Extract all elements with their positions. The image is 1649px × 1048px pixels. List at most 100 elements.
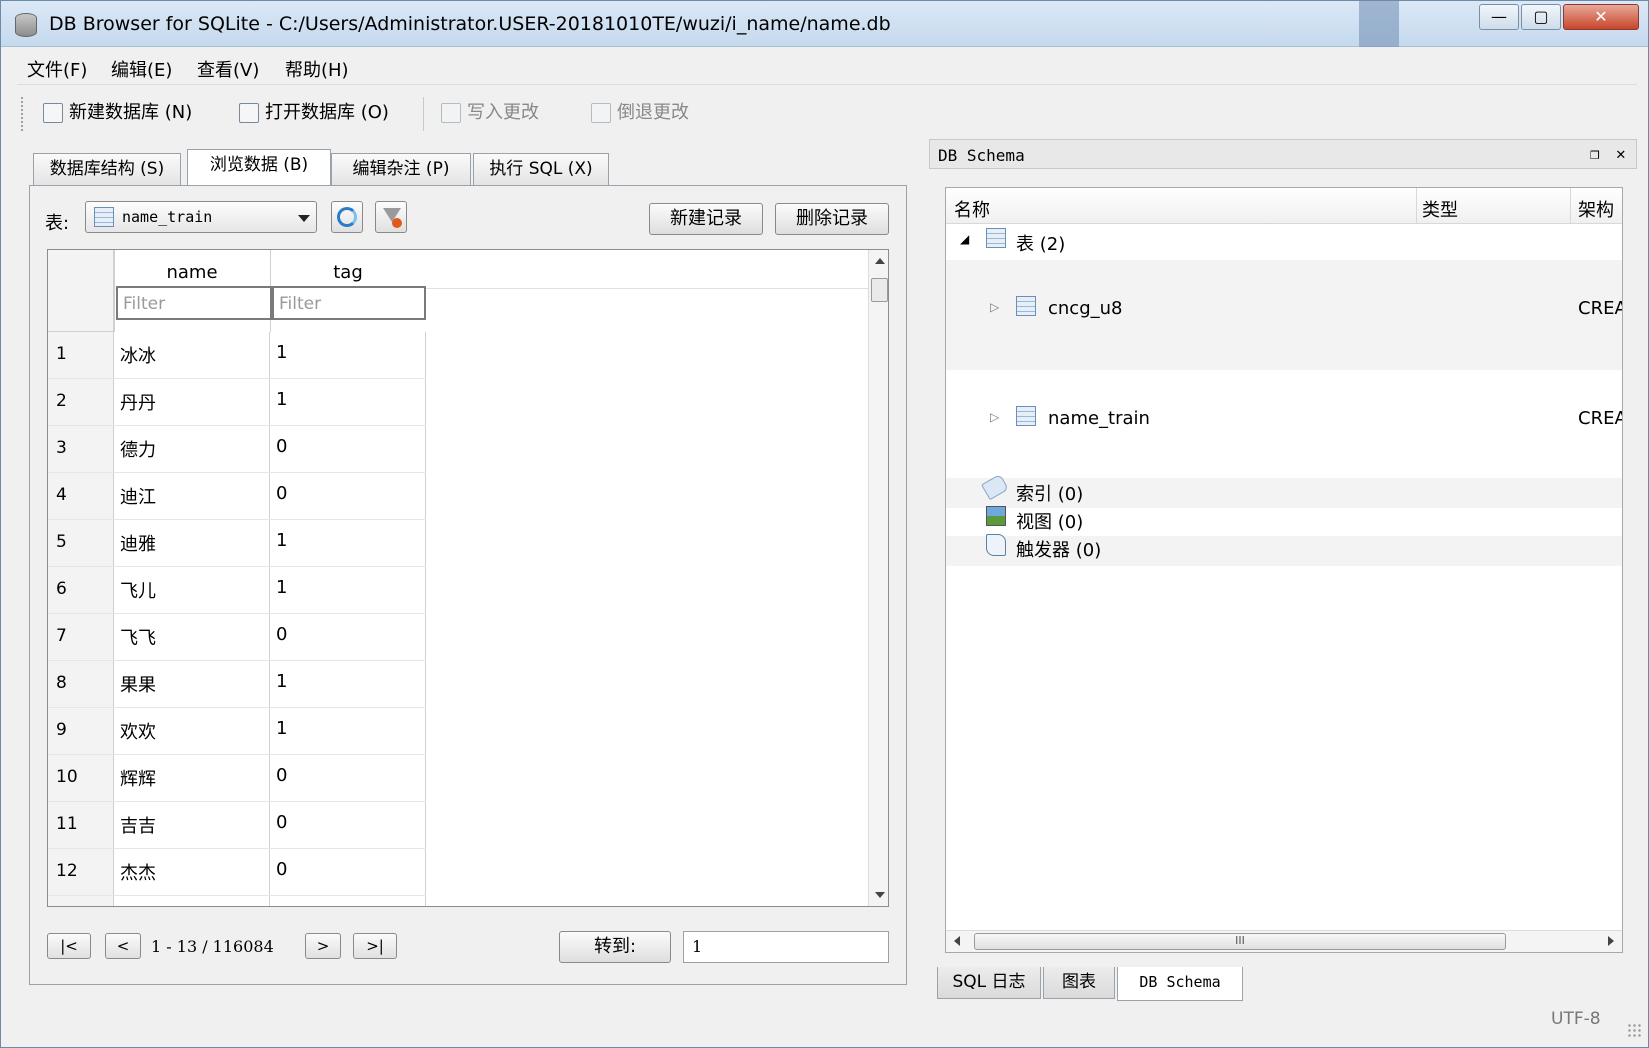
cell-tag[interactable]: 0 — [270, 614, 426, 661]
menu-view[interactable]: 查看(V) — [197, 56, 259, 82]
tree-col-type[interactable]: 类型 — [1422, 196, 1458, 222]
goto-button[interactable]: 转到: — [559, 931, 671, 963]
row-number: 13 — [48, 896, 114, 906]
menu-file[interactable]: 文件(F) — [27, 56, 87, 82]
cell-tag[interactable]: 0 — [270, 755, 426, 802]
cell-name[interactable]: 君君 — [114, 896, 270, 906]
tab-edit-pragmas[interactable]: 编辑杂注 (P) — [331, 153, 471, 185]
cell-name[interactable]: 飞儿 — [114, 567, 270, 614]
previous-page-button[interactable]: < — [105, 933, 141, 959]
cell-tag[interactable]: 0 — [270, 473, 426, 520]
tab-database-structure[interactable]: 数据库结构 (S) — [33, 153, 181, 185]
cell-name[interactable]: 杰杰 — [114, 849, 270, 896]
cell-tag[interactable]: 0 — [270, 426, 426, 473]
toolbar-grip — [21, 97, 25, 131]
tree-horizontal-scrollbar[interactable]: III — [946, 930, 1622, 952]
new-database-label: 新建数据库 (N) — [69, 102, 193, 123]
cell-name[interactable]: 丹丹 — [114, 379, 270, 426]
revert-changes-icon — [591, 103, 611, 123]
next-page-button[interactable]: > — [305, 933, 341, 959]
first-page-button[interactable]: |< — [47, 933, 91, 959]
cell-tag[interactable]: 1 — [270, 567, 426, 614]
tree-scroll-thumb[interactable]: III — [974, 933, 1506, 950]
new-record-button[interactable]: 新建记录 — [649, 203, 763, 235]
scroll-down-arrow-icon[interactable] — [875, 892, 885, 898]
table-icon — [1016, 296, 1036, 316]
cell-name[interactable]: 欢欢 — [114, 708, 270, 755]
maximize-button[interactable]: ▢ — [1521, 4, 1561, 30]
cell-name[interactable]: 飞飞 — [114, 614, 270, 661]
menu-help[interactable]: 帮助(H) — [285, 56, 349, 82]
filter-input-name[interactable]: Filter — [116, 286, 272, 320]
scroll-right-arrow-icon[interactable] — [1608, 936, 1614, 946]
tree-table-name[interactable]: cncg_u8 — [1048, 298, 1123, 319]
tree-col-divider — [1416, 188, 1417, 224]
cell-name[interactable]: 迪江 — [114, 473, 270, 520]
tree-table-schema: CREA — [1578, 298, 1623, 319]
tab-db-schema[interactable]: DB Schema — [1117, 967, 1243, 1001]
tab-browse-data[interactable]: 浏览数据 (B) — [187, 149, 331, 185]
delete-record-button[interactable]: 删除记录 — [775, 203, 889, 235]
clear-filters-button[interactable] — [375, 201, 407, 233]
tree-table-schema: CREA — [1578, 408, 1623, 429]
row-number: 3 — [48, 426, 114, 473]
cell-tag[interactable]: 1 — [270, 708, 426, 755]
close-dock-icon[interactable]: ✕ — [1616, 144, 1626, 163]
table-select-value: name_train — [122, 208, 213, 226]
new-database-button[interactable]: 新建数据库 (N) — [43, 97, 192, 129]
resize-grip-icon[interactable] — [1627, 1023, 1641, 1037]
tree-node-indexes[interactable]: 索引 (0) — [1016, 480, 1083, 506]
tree-node-triggers[interactable]: 触发器 (0) — [1016, 536, 1101, 562]
column-header-tag[interactable]: tag — [270, 262, 426, 283]
scroll-left-arrow-icon[interactable] — [954, 936, 960, 946]
row-number: 11 — [48, 802, 114, 849]
tab-sql-log[interactable]: SQL 日志 — [937, 967, 1041, 999]
expand-table-icon[interactable]: ▷ — [990, 410, 999, 424]
last-page-button[interactable]: >| — [353, 933, 397, 959]
expand-table-icon[interactable]: ▷ — [990, 300, 999, 314]
tree-col-schema[interactable]: 架构 — [1578, 196, 1614, 222]
tree-table-name[interactable]: name_train — [1048, 408, 1150, 429]
cell-tag[interactable]: 0 — [270, 849, 426, 896]
row-number: 6 — [48, 567, 114, 614]
write-changes-button[interactable]: 写入更改 — [441, 97, 539, 129]
cell-tag[interactable]: 1 — [270, 332, 426, 379]
schema-dock-header: DB Schema ❐ ✕ — [929, 139, 1637, 169]
cell-tag[interactable]: 1 — [270, 661, 426, 708]
cell-name[interactable]: 吉吉 — [114, 802, 270, 849]
app-icon — [15, 13, 37, 37]
tree-node-views[interactable]: 视图 (0) — [1016, 508, 1083, 534]
cell-name[interactable]: 果果 — [114, 661, 270, 708]
tree-node-tables[interactable]: 表 (2) — [1016, 230, 1065, 256]
scroll-up-arrow-icon[interactable] — [875, 258, 885, 264]
cell-name[interactable]: 辉辉 — [114, 755, 270, 802]
tab-execute-sql[interactable]: 执行 SQL (X) — [473, 153, 609, 185]
column-header-name[interactable]: name — [114, 262, 270, 283]
expand-tables-icon[interactable]: ◢ — [960, 232, 969, 246]
grid-vertical-scrollbar[interactable] — [868, 250, 888, 906]
cell-tag[interactable]: 1 — [270, 896, 426, 906]
cell-name[interactable]: 德力 — [114, 426, 270, 473]
close-button[interactable]: ✕ — [1563, 4, 1639, 30]
row-number: 9 — [48, 708, 114, 755]
minimize-button[interactable]: — — [1479, 4, 1519, 30]
tree-col-name[interactable]: 名称 — [954, 196, 990, 222]
float-dock-icon[interactable]: ❐ — [1590, 144, 1600, 163]
filter-input-tag[interactable]: Filter — [272, 286, 426, 320]
cell-name[interactable]: 迪雅 — [114, 520, 270, 567]
refresh-button[interactable] — [331, 201, 363, 233]
cell-tag[interactable]: 0 — [270, 802, 426, 849]
scroll-thumb[interactable] — [871, 278, 888, 302]
header-row-divider — [114, 250, 115, 332]
cell-name[interactable]: 冰冰 — [114, 332, 270, 379]
menu-bar: 文件(F) 编辑(E) 查看(V) 帮助(H) — [17, 51, 1637, 85]
open-database-button[interactable]: 打开数据库 (O) — [239, 97, 389, 129]
cell-tag[interactable]: 1 — [270, 520, 426, 567]
menu-edit[interactable]: 编辑(E) — [111, 56, 172, 82]
tab-plot[interactable]: 图表 — [1043, 967, 1115, 999]
table-select[interactable]: name_train — [85, 201, 317, 233]
toolbar: 新建数据库 (N) 打开数据库 (O) 写入更改 倒退更改 — [17, 89, 1637, 139]
cell-tag[interactable]: 1 — [270, 379, 426, 426]
revert-changes-button[interactable]: 倒退更改 — [591, 97, 689, 129]
goto-input[interactable]: 1 — [683, 931, 889, 963]
